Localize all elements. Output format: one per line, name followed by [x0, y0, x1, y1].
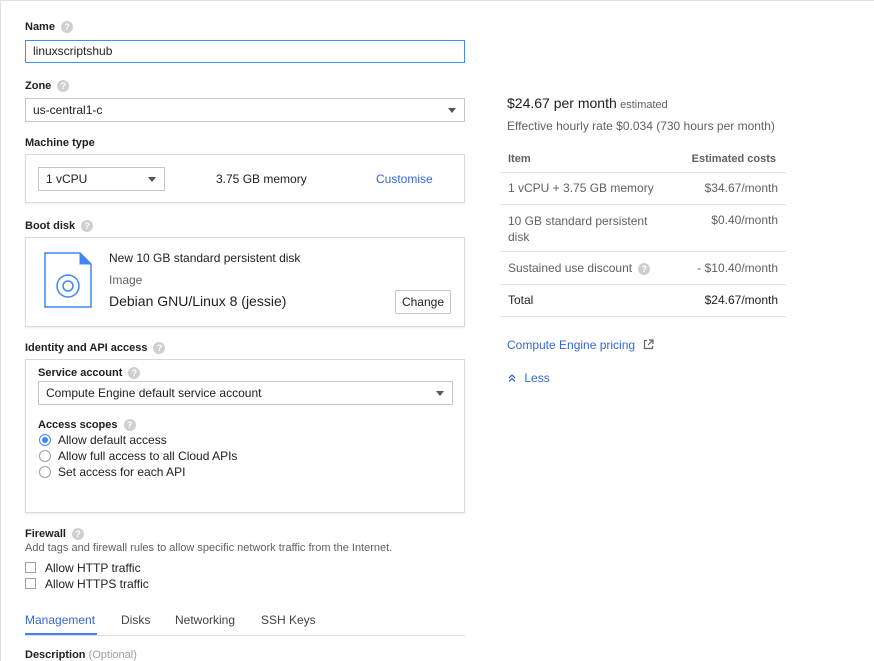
https-label: Allow HTTPS traffic — [45, 577, 149, 591]
http-label: Allow HTTP traffic — [45, 561, 141, 575]
machine-type-label: Machine type — [25, 137, 95, 149]
cost-row: 1 vCPU + 3.75 GB memory $34.67/month — [500, 173, 786, 205]
service-account-label: Service account? — [38, 367, 141, 380]
help-icon[interactable]: ? — [60, 21, 73, 34]
chevron-down-icon — [436, 391, 444, 396]
help-icon[interactable]: ? — [71, 528, 84, 541]
image-name: Debian GNU/Linux 8 (jessie) — [109, 293, 287, 309]
left-divider — [0, 0, 1, 661]
description-label: Description (Optional) — [25, 649, 137, 661]
name-input[interactable]: linuxscriptshub — [25, 40, 465, 63]
tab-active-indicator — [25, 633, 97, 635]
identity-label: Identity and API access? — [25, 342, 166, 355]
memory-text: 3.75 GB memory — [216, 172, 307, 186]
cost-total-row: Total $24.67/month — [500, 285, 786, 317]
boot-disk-label: Boot disk? — [25, 220, 94, 233]
image-label: Image — [109, 273, 143, 287]
pricing-link[interactable]: Compute Engine pricing — [507, 338, 655, 352]
name-label: Name? — [25, 21, 73, 34]
radio-default-access[interactable] — [39, 434, 51, 446]
radio-full-access[interactable] — [39, 450, 51, 462]
zone-select[interactable]: us-central1-c — [25, 98, 465, 122]
cpu-value: 1 vCPU — [46, 172, 88, 186]
access-scopes-label: Access scopes? — [38, 419, 136, 432]
chevron-down-icon — [448, 108, 456, 113]
help-icon[interactable]: ? — [123, 419, 136, 432]
help-icon[interactable]: ? — [81, 220, 94, 233]
less-toggle[interactable]: Less — [507, 371, 550, 385]
monthly-estimate: $24.67 per month estimated — [507, 95, 668, 111]
cpu-select[interactable]: 1 vCPU — [38, 167, 165, 191]
identity-card: Service account? Compute Engine default … — [25, 359, 465, 513]
customise-link[interactable]: Customise — [376, 172, 433, 186]
firewall-description: Add tags and firewall rules to allow spe… — [25, 542, 393, 554]
tab-management[interactable]: Management — [25, 613, 95, 627]
help-icon[interactable]: ? — [638, 262, 651, 275]
hourly-rate: Effective hourly rate $0.034 (730 hours … — [507, 119, 775, 133]
tab-ssh-keys[interactable]: SSH Keys — [261, 613, 316, 627]
chevron-up-icon — [508, 374, 516, 382]
tab-networking[interactable]: Networking — [175, 613, 235, 627]
firewall-label: Firewall? — [25, 528, 84, 541]
boot-disk-title: New 10 GB standard persistent disk — [109, 251, 301, 265]
disk-icon — [44, 252, 92, 308]
help-icon[interactable]: ? — [57, 80, 70, 93]
service-account-value: Compute Engine default service account — [46, 386, 262, 400]
http-checkbox[interactable] — [25, 562, 36, 573]
external-link-icon — [644, 339, 655, 350]
help-icon[interactable]: ? — [153, 342, 166, 355]
machine-type-card: 1 vCPU 3.75 GB memory Customise — [25, 154, 465, 203]
chevron-down-icon — [148, 177, 156, 182]
https-checkbox[interactable] — [25, 578, 36, 589]
zone-value: us-central1-c — [33, 103, 103, 117]
top-divider — [0, 0, 874, 1]
scope-label: Allow default access — [58, 433, 167, 447]
scope-label: Set access for each API — [58, 465, 186, 479]
radio-each-api[interactable] — [39, 466, 51, 478]
cost-row: Sustained use discount? - $10.40/month — [500, 252, 786, 285]
cost-row: 10 GB standard persistent disk $0.40/mon… — [500, 205, 786, 252]
cost-table-header: Item Estimated costs — [500, 150, 786, 173]
tabs-divider — [25, 635, 465, 636]
service-account-select[interactable]: Compute Engine default service account — [38, 381, 453, 405]
change-button[interactable]: Change — [395, 290, 451, 314]
help-icon[interactable]: ? — [128, 367, 141, 380]
scope-label: Allow full access to all Cloud APIs — [58, 449, 238, 463]
zone-label: Zone? — [25, 80, 70, 93]
tab-disks[interactable]: Disks — [121, 613, 150, 627]
boot-disk-card: New 10 GB standard persistent disk Image… — [25, 237, 465, 327]
